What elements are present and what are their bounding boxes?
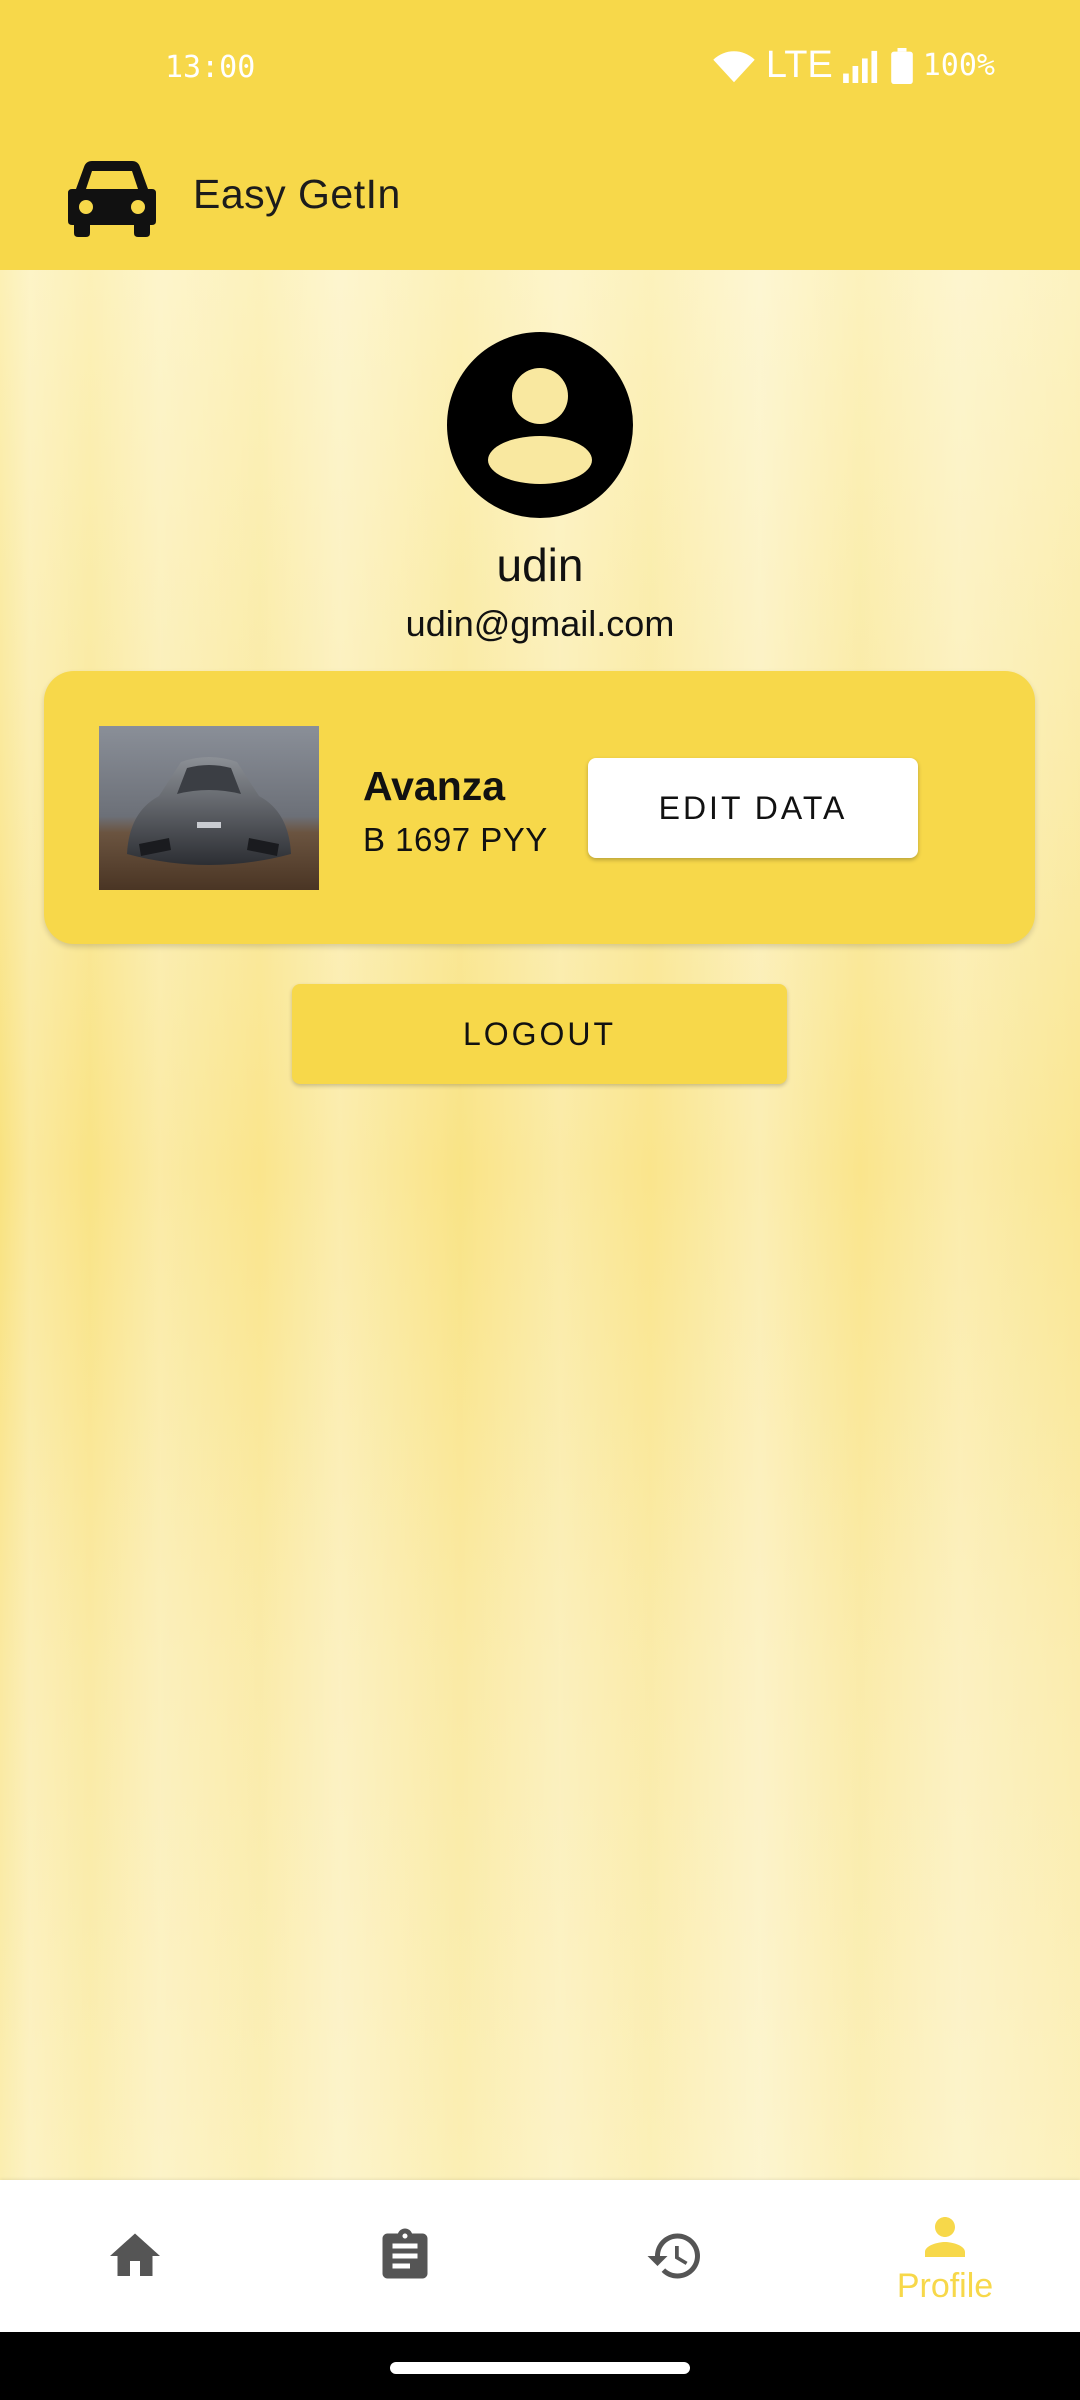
user-name: udin [496,539,584,591]
clipboard-icon [382,2228,428,2279]
status-icons: LTE 100% [712,44,995,87]
avatar[interactable] [447,332,633,518]
nav-item-history[interactable] [540,2180,810,2332]
battery-level: 100% [922,48,995,83]
history-icon [647,2233,700,2279]
nav-label-profile: Profile [896,2266,994,2305]
battery-icon [890,47,913,84]
signal-icon [842,50,877,83]
vehicle-card: Avanza B 1697 PYY EDIT DATA [44,671,1035,944]
nav-item-home[interactable] [0,2180,270,2332]
status-time: 13:00 [165,50,256,85]
status-bar: 13:00 LTE 100% [0,0,1080,135]
app-bar: Easy GetIn [0,135,1080,270]
gesture-bar [0,2332,1080,2400]
bottom-nav: Profile [0,2180,1080,2332]
home-gesture-handle[interactable] [390,2362,690,2374]
wifi-icon [713,50,755,82]
vehicle-plate: B 1697 PYY [363,821,548,858]
edit-data-button[interactable]: EDIT DATA [588,758,918,858]
car-icon [68,161,156,237]
vehicle-name: Avanza [363,763,506,809]
user-email: udin@gmail.com [405,603,675,644]
vehicle-photo [99,726,319,890]
home-icon [110,2233,160,2276]
nav-item-profile[interactable]: Profile [810,2180,1080,2332]
logout-button[interactable]: LOGOUT [292,984,787,1084]
app-title: Easy GetIn [193,171,401,217]
nav-item-orders[interactable] [270,2180,540,2332]
network-type: LTE [765,44,833,86]
person-icon [925,2216,965,2257]
